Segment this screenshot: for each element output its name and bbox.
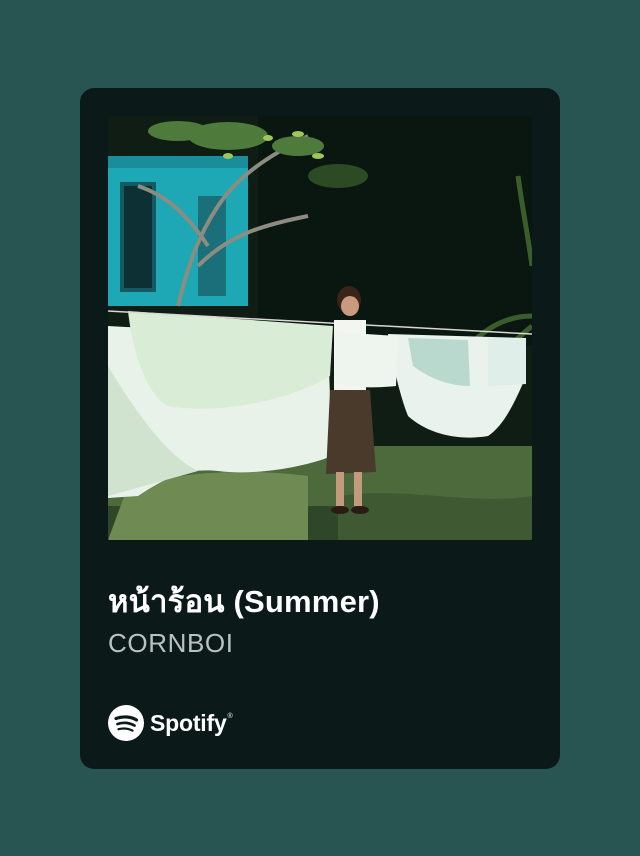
spotify-brand[interactable]: Spotify ®	[108, 705, 233, 741]
track-share-card[interactable]: หน้าร้อน (Summer) CORNBOI Spotify ®	[80, 88, 560, 769]
album-cover-art	[108, 116, 532, 540]
spotify-logo-icon	[108, 705, 144, 741]
registered-mark: ®	[227, 713, 233, 720]
album-cover-photo	[108, 116, 532, 540]
artist-name: CORNBOI	[108, 628, 234, 658]
spotify-wordmark: Spotify	[150, 709, 227, 736]
track-title: หน้าร้อน (Summer)	[108, 584, 380, 619]
